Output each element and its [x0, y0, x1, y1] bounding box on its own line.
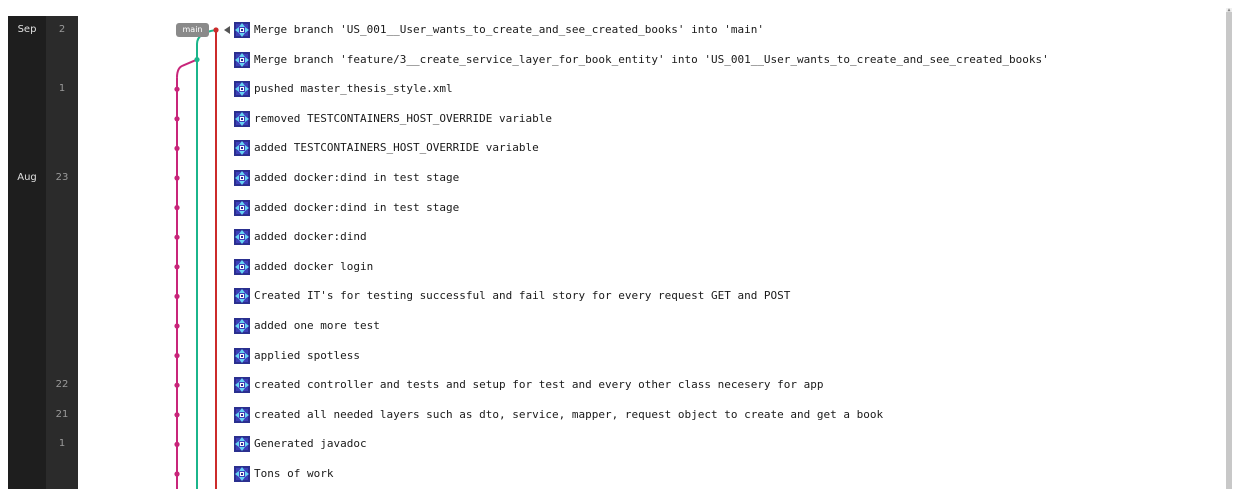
- commit-row[interactable]: created controller and tests and setup f…: [234, 373, 824, 397]
- identicon-icon[interactable]: [234, 170, 250, 186]
- identicon-icon[interactable]: [234, 258, 250, 275]
- commit-row[interactable]: Tons of work: [234, 462, 333, 486]
- commit-message: applied spotless: [254, 348, 360, 362]
- commit-message: added docker login: [254, 259, 374, 273]
- commit-row[interactable]: Merge branch 'US_001__User_wants_to_crea…: [234, 18, 764, 42]
- day-label: 21: [55, 408, 69, 420]
- commit-dot[interactable]: [174, 234, 180, 240]
- commit-message: Merge branch 'US_001__User_wants_to_crea…: [254, 23, 764, 36]
- day-label: 22: [55, 379, 69, 391]
- month-label: Aug: [17, 172, 37, 183]
- identicon-icon[interactable]: [234, 288, 250, 305]
- commit-graph-view: Sep Aug 2 1 23 22 21 1 main Merge branch 'US_0…: [0, 0, 1235, 489]
- scrollbar-thumb[interactable]: [1226, 12, 1232, 489]
- commit-message: created all needed layers such as dto, s…: [254, 407, 884, 421]
- day-label: 23: [55, 172, 69, 183]
- commit-dot[interactable]: [174, 264, 180, 270]
- commit-message: added one more test: [254, 319, 380, 332]
- commit-dot[interactable]: [174, 293, 180, 299]
- commit-message: added docker:dind in test stage: [254, 171, 460, 184]
- commit-message: Merge branch 'feature/3__create_service_…: [254, 52, 1049, 66]
- identicon-icon[interactable]: [234, 51, 250, 68]
- commit-dot[interactable]: [174, 441, 180, 447]
- commit-dot[interactable]: [174, 205, 180, 211]
- commit-dot[interactable]: [174, 323, 180, 329]
- vertical-scrollbar[interactable]: ▲: [1226, 8, 1232, 489]
- commit-message: Created IT's for testing successful and …: [254, 289, 791, 303]
- commit-dot[interactable]: [213, 27, 219, 33]
- identicon-icon[interactable]: [234, 347, 250, 364]
- commit-dot[interactable]: [174, 145, 180, 151]
- commit-dot[interactable]: [174, 412, 180, 418]
- commit-dot[interactable]: [174, 382, 180, 388]
- commit-message: Tons of work: [254, 467, 334, 480]
- day-label: 1: [58, 438, 66, 450]
- branch-curve-story: [176, 58, 198, 78]
- commit-row[interactable]: added docker:dind in test stage: [234, 196, 459, 220]
- identicon-icon[interactable]: [234, 22, 250, 38]
- commit-row[interactable]: applied spotless: [234, 344, 360, 368]
- month-label: Sep: [17, 24, 37, 35]
- branch-tag-main[interactable]: main: [176, 23, 209, 37]
- commit-dot[interactable]: [174, 471, 180, 477]
- commit-message: added docker:dind in test stage: [254, 200, 460, 214]
- month-column: Sep Aug: [8, 16, 46, 489]
- commit-dot[interactable]: [194, 57, 200, 63]
- identicon-icon[interactable]: [234, 229, 250, 246]
- head-pointer-icon: [224, 26, 230, 34]
- commit-row[interactable]: added one more test: [234, 314, 380, 338]
- identicon-icon[interactable]: [234, 140, 250, 157]
- identicon-icon[interactable]: [234, 318, 250, 334]
- commit-row[interactable]: Created IT's for testing successful and …: [234, 284, 790, 308]
- commit-row[interactable]: pushed master_thesis_style.xml: [234, 77, 453, 101]
- commit-row[interactable]: added docker:dind: [234, 225, 367, 249]
- identicon-icon[interactable]: [234, 199, 250, 216]
- identicon-icon[interactable]: [234, 110, 250, 127]
- commit-row[interactable]: Generated javadoc: [234, 432, 367, 456]
- commit-dot[interactable]: [174, 86, 180, 92]
- commit-dot[interactable]: [174, 116, 180, 122]
- identicon-icon[interactable]: [234, 466, 250, 482]
- commit-message: Generated javadoc: [254, 437, 367, 451]
- commit-row[interactable]: Merge branch 'feature/3__create_service_…: [234, 48, 1049, 72]
- day-column: 2 1 23 22 21 1: [46, 16, 78, 489]
- commit-row[interactable]: created all needed layers such as dto, s…: [234, 403, 883, 427]
- identicon-icon[interactable]: [234, 81, 250, 98]
- commit-row[interactable]: added docker login: [234, 255, 373, 279]
- commit-dot[interactable]: [174, 353, 180, 359]
- identicon-icon[interactable]: [234, 436, 250, 453]
- commit-message: removed TESTCONTAINERS_HOST_OVERRIDE var…: [254, 111, 553, 125]
- commit-message: created controller and tests and setup f…: [254, 378, 824, 392]
- commit-dot[interactable]: [174, 175, 180, 181]
- commit-message: pushed master_thesis_style.xml: [254, 82, 453, 96]
- commit-message: added docker:dind: [254, 230, 367, 244]
- commit-row[interactable]: added TESTCONTAINERS_HOST_OVERRIDE varia…: [234, 136, 539, 160]
- identicon-icon[interactable]: [234, 406, 250, 423]
- commit-row[interactable]: added docker:dind in test stage: [234, 166, 459, 190]
- commit-message: added TESTCONTAINERS_HOST_OVERRIDE varia…: [254, 141, 539, 155]
- identicon-icon[interactable]: [234, 377, 250, 394]
- day-label: 1: [58, 83, 66, 95]
- commit-row[interactable]: removed TESTCONTAINERS_HOST_OVERRIDE var…: [234, 107, 552, 131]
- day-label: 2: [58, 24, 66, 35]
